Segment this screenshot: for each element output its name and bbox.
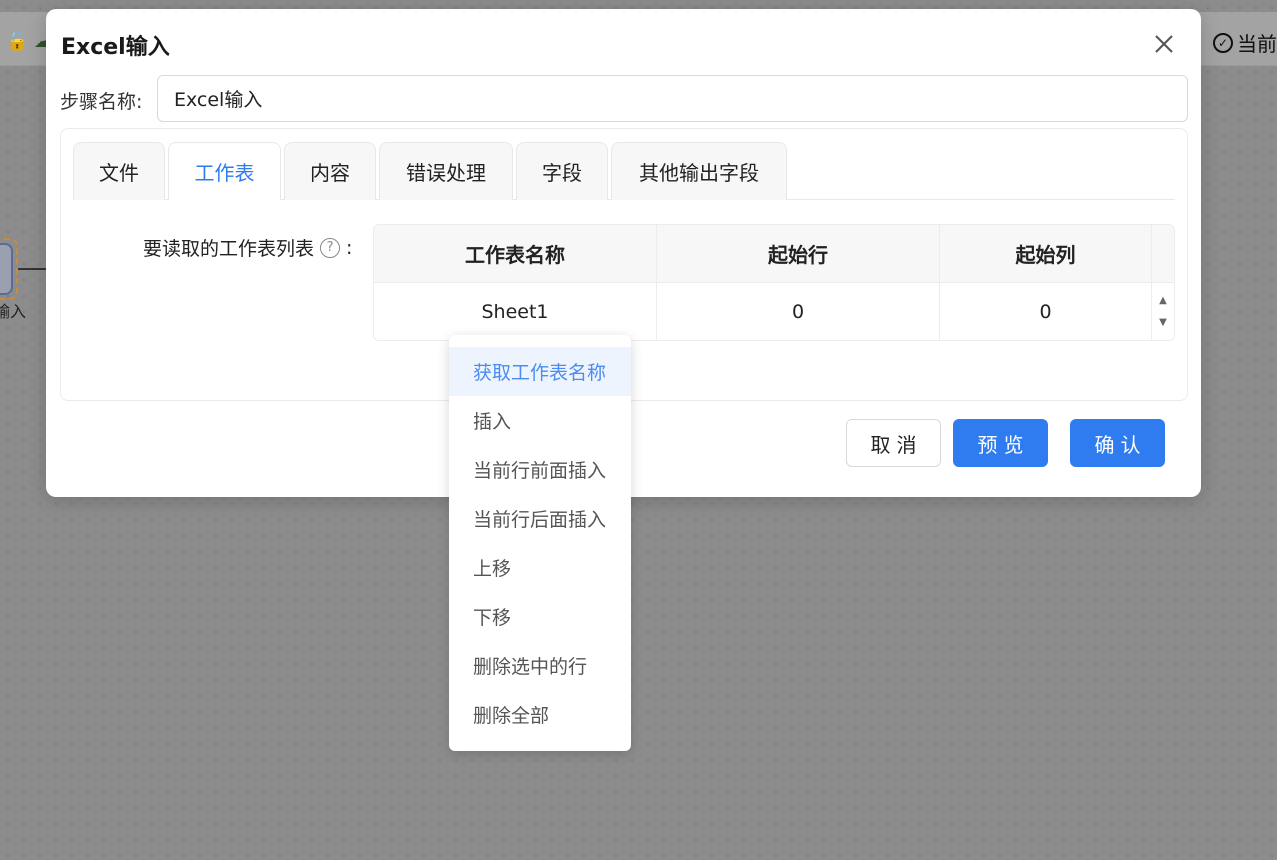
column-header-sheet-name: 工作表名称 bbox=[374, 225, 657, 282]
scroll-up-icon[interactable]: ▲ bbox=[1159, 296, 1167, 306]
table-header: 工作表名称 起始行 起始列 bbox=[374, 225, 1174, 283]
question-circle-icon[interactable]: ? bbox=[320, 237, 341, 258]
cell-start-col[interactable]: 0 bbox=[940, 283, 1152, 340]
menu-item-delete-selected[interactable]: 删除选中的行 bbox=[449, 641, 631, 690]
menu-item-insert-before[interactable]: 当前行前面插入 bbox=[449, 445, 631, 494]
menu-item-insert-after[interactable]: 当前行后面插入 bbox=[449, 494, 631, 543]
step-name-label: 步骤名称: bbox=[60, 91, 143, 113]
sheet-list-label: 要读取的工作表列表 ? : bbox=[143, 234, 352, 261]
sheet-list-label-text: 要读取的工作表列表 bbox=[143, 238, 315, 260]
tab-error-handling[interactable]: 错误处理 bbox=[379, 142, 513, 200]
cell-sheet-name[interactable]: Sheet1 bbox=[374, 283, 657, 340]
confirm-button[interactable]: 确认 bbox=[1070, 419, 1165, 467]
background-connector bbox=[18, 268, 46, 270]
column-header-start-row: 起始行 bbox=[657, 225, 940, 282]
tab-bar: 文件 工作表 内容 错误处理 字段 其他输出字段 bbox=[73, 142, 1175, 201]
label-colon: : bbox=[346, 236, 353, 259]
check-circle-icon: ✓ bbox=[1213, 32, 1233, 53]
tab-file[interactable]: 文件 bbox=[73, 142, 165, 200]
menu-item-insert[interactable]: 插入 bbox=[449, 396, 631, 445]
background-status-text: 当前 bbox=[1237, 32, 1277, 56]
menu-item-move-down[interactable]: 下移 bbox=[449, 592, 631, 641]
column-header-start-col: 起始列 bbox=[940, 225, 1152, 282]
background-node bbox=[0, 243, 13, 295]
table-row[interactable]: Sheet1 0 0 ▲ ▼ bbox=[374, 283, 1174, 340]
cell-start-row[interactable]: 0 bbox=[657, 283, 940, 340]
dialog-title: Excel输入 bbox=[61, 35, 170, 60]
context-menu: 获取工作表名称 插入 当前行前面插入 当前行后面插入 上移 下移 删除选中的行 … bbox=[449, 335, 631, 751]
column-header-spacer bbox=[1152, 225, 1174, 282]
scroll-down-icon[interactable]: ▼ bbox=[1159, 318, 1167, 328]
step-name-input[interactable] bbox=[157, 75, 1188, 122]
preview-button[interactable]: 预览 bbox=[953, 419, 1048, 467]
tab-sheet[interactable]: 工作表 bbox=[168, 142, 281, 201]
tab-content[interactable]: 内容 bbox=[284, 142, 376, 200]
close-icon bbox=[1155, 35, 1173, 53]
unlock-icon: 🔓 bbox=[6, 31, 29, 52]
background-node-label: 输入 bbox=[0, 302, 27, 321]
sheet-table: 工作表名称 起始行 起始列 Sheet1 0 0 ▲ ▼ bbox=[373, 224, 1175, 341]
close-button[interactable] bbox=[1151, 31, 1177, 57]
background-status: ✓ 当前 bbox=[1213, 28, 1277, 57]
row-scroll-control: ▲ ▼ bbox=[1152, 283, 1174, 340]
menu-item-move-up[interactable]: 上移 bbox=[449, 543, 631, 592]
menu-item-delete-all[interactable]: 删除全部 bbox=[449, 690, 631, 739]
cancel-button[interactable]: 取消 bbox=[846, 419, 941, 467]
tab-fields[interactable]: 字段 bbox=[516, 142, 608, 200]
tab-other-output-fields[interactable]: 其他输出字段 bbox=[611, 142, 787, 200]
menu-item-get-sheet-names[interactable]: 获取工作表名称 bbox=[449, 347, 631, 396]
